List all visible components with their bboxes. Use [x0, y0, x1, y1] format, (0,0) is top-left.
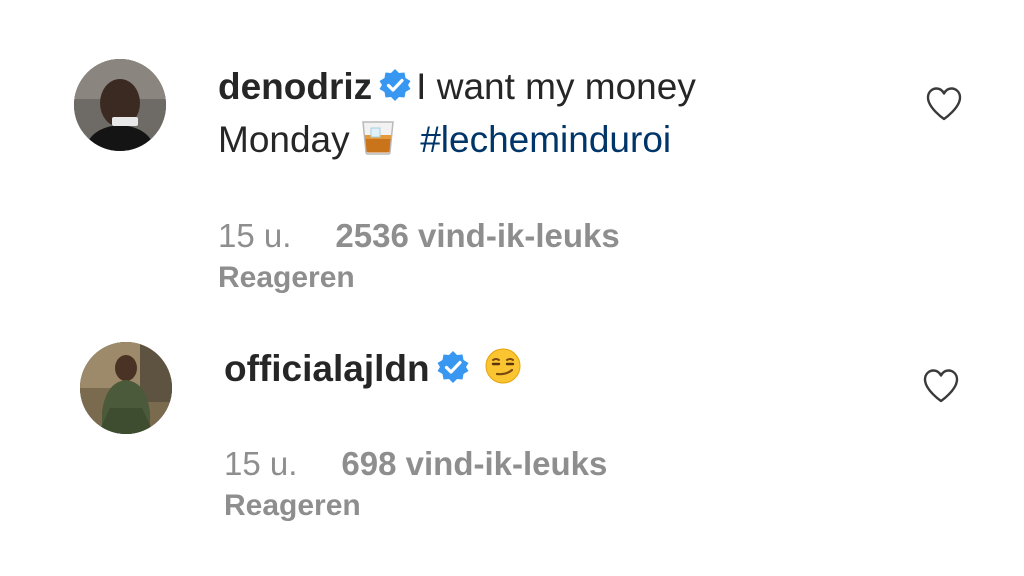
comment-time[interactable]: 15 u.: [218, 217, 291, 254]
username[interactable]: denodriz: [218, 66, 372, 107]
like-count[interactable]: 698 vind-ik-leuks: [341, 445, 607, 482]
reply-button[interactable]: Reageren: [218, 258, 355, 298]
avatar-denodriz[interactable]: [74, 59, 166, 151]
reply-button[interactable]: Reageren: [224, 486, 361, 526]
comment-time[interactable]: 15 u.: [224, 445, 297, 482]
avatar-officialajldn[interactable]: [80, 342, 172, 434]
verified-badge-icon: [436, 347, 470, 397]
comment-text: officialajldn: [224, 344, 522, 398]
comment-2: officialajldn 15 u. 698 vind-ik-leuks Rea…: [0, 300, 1024, 576]
heart-outline-icon[interactable]: [925, 86, 963, 127]
comment-text: denodriz I want my money Monday #lechemi…: [218, 62, 696, 169]
heart-outline-icon[interactable]: [922, 368, 960, 409]
like-count[interactable]: 2536 vind-ik-leuks: [335, 217, 619, 254]
whisky-glass-emoji: [360, 118, 396, 169]
comment-1: denodriz I want my money Monday #lechemi…: [0, 0, 1024, 300]
smirking-face-emoji: [484, 347, 522, 398]
comment-meta: 15 u. 698 vind-ik-leuks: [224, 444, 607, 484]
comment-text-line1: I want my money: [416, 66, 696, 107]
comment-text-line2: Monday: [218, 119, 350, 160]
hashtag-link[interactable]: #lecheminduroi: [420, 119, 671, 160]
comment-meta: 15 u. 2536 vind-ik-leuks: [218, 216, 620, 256]
verified-badge-icon: [378, 65, 412, 115]
username[interactable]: officialajldn: [224, 348, 430, 389]
